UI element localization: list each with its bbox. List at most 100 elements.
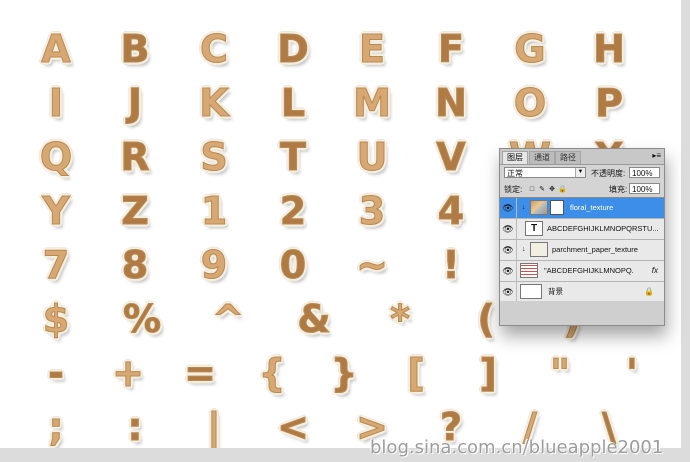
tab-layers[interactable]: 图层	[502, 151, 528, 164]
layer-name[interactable]: "ABCDEFGHIJKLMNOPQ...	[544, 261, 634, 281]
glyph-sticker: R	[120, 135, 150, 180]
glyph-sticker: 1	[200, 189, 228, 234]
eye-icon[interactable]: 👁	[502, 265, 514, 277]
divider	[516, 219, 517, 239]
lock-paint-icon[interactable]: ✎	[538, 186, 546, 194]
clip-arrow-icon: ↓	[522, 246, 526, 253]
opacity-field[interactable]: 100%	[629, 167, 660, 178]
glyph-sticker: 7	[42, 243, 70, 288]
glyph-sticker: I	[48, 81, 64, 126]
panel-tab-bar: 图层 通道 路径 ▸≡	[500, 149, 664, 165]
layer-effects-icon[interactable]: fx	[652, 261, 658, 281]
tab-paths[interactable]: 路径	[555, 151, 581, 164]
glyph-sticker: O	[513, 81, 547, 126]
workspace-frame-right	[681, 0, 690, 462]
opacity-label: 不透明度:	[591, 169, 626, 178]
layer-name[interactable]: ABCDEFGHIJKLMNOPQRSTU...	[547, 219, 659, 239]
glyph-sticker: {	[258, 351, 286, 396]
layer-row-background[interactable]: 👁 背景 🔒	[500, 282, 664, 303]
lock-transparency-icon[interactable]: □	[528, 186, 536, 194]
glyph-sticker: B	[120, 27, 150, 72]
glyph-sticker: L	[280, 81, 306, 126]
glyph-sticker: G	[514, 27, 546, 72]
lock-all-icon[interactable]: 🔒	[558, 186, 567, 194]
glyph-sticker: Z	[121, 189, 150, 234]
glyph-sticker: P	[595, 81, 624, 126]
layer-row-parchment[interactable]: 👁 ↓ parchment_paper_texture	[500, 240, 664, 261]
glyph-sticker: ^	[212, 297, 245, 342]
eye-icon[interactable]: 👁	[502, 223, 514, 235]
chevron-down-icon: ▼	[575, 168, 585, 177]
glyph-sticker: |	[207, 405, 222, 450]
tab-channels[interactable]: 通道	[529, 151, 555, 164]
layer-row-text[interactable]: 👁 T ABCDEFGHIJKLMNOPQRSTU...	[500, 219, 664, 240]
glyph-sticker: '	[626, 351, 639, 396]
layer-thumbnail	[530, 200, 548, 215]
blend-mode-select[interactable]: 正常 ▼	[504, 167, 586, 178]
text-layer-icon: T	[525, 221, 543, 236]
glyph-sticker: C	[200, 27, 229, 72]
glyph-sticker: ~	[356, 243, 389, 288]
panel-menu-icon[interactable]: ▸≡	[652, 151, 661, 160]
fill-field[interactable]: 100%	[629, 183, 660, 194]
glyph-sticker: [	[407, 351, 425, 396]
glyph-sticker: V	[436, 135, 466, 180]
glyph-sticker: T	[280, 135, 307, 180]
eye-icon[interactable]: 👁	[502, 286, 514, 298]
glyph-sticker: 4	[437, 189, 465, 234]
fill-value: 100%	[632, 185, 653, 194]
glyph-sticker: K	[199, 81, 229, 126]
glyph-sticker: +	[112, 351, 145, 396]
layer-name[interactable]: parchment_paper_texture	[552, 240, 638, 260]
layer-thumbnail	[520, 284, 542, 299]
glyph-sticker: N	[435, 81, 468, 126]
glyph-sticker: 3	[358, 189, 386, 234]
lock-icon: 🔒	[644, 287, 654, 296]
layer-row-shape-text[interactable]: 👁 "ABCDEFGHIJKLMNOPQ... fx	[500, 261, 664, 282]
glyph-sticker: A	[41, 27, 71, 72]
glyph-sticker: Y	[42, 189, 71, 234]
glyph-sticker: 9	[200, 243, 228, 288]
panel-footer	[500, 301, 664, 325]
opacity-value: 100%	[632, 169, 653, 178]
layer-name[interactable]: floral_texture	[570, 198, 613, 218]
divider	[516, 282, 517, 302]
layers-panel: 图层 通道 路径 ▸≡ 正常 ▼ 不透明度: 100% 锁定: □ ✎ ✥ 🔒 填充:…	[499, 148, 665, 326]
layer-thumbnail	[530, 242, 548, 257]
blend-mode-value: 正常	[507, 169, 523, 178]
glyph-sticker: :	[127, 405, 143, 450]
layer-row-floral-texture[interactable]: 👁 ↓ floral_texture	[500, 198, 664, 219]
eye-icon[interactable]: 👁	[502, 202, 514, 214]
layer-list: 👁 ↓ floral_texture 👁 T ABCDEFGHIJKLMNOPQ…	[500, 197, 664, 303]
glyph-sticker: &	[297, 297, 331, 342]
glyph-sticker: F	[438, 27, 465, 72]
divider	[516, 261, 517, 281]
glyph-sticker: ]	[479, 351, 497, 396]
glyph-sticker: =	[184, 351, 217, 396]
glyph-sticker: J	[127, 81, 143, 126]
layer-mask-thumbnail	[550, 200, 564, 215]
glyph-sticker: $	[42, 297, 70, 342]
layer-thumbnail	[520, 263, 538, 278]
eye-icon[interactable]: 👁	[502, 244, 514, 256]
glyph-sticker: E	[359, 27, 386, 72]
glyph-sticker: 8	[121, 243, 149, 288]
fill-label: 填充:	[609, 185, 628, 194]
glyph-sticker: 2	[279, 189, 307, 234]
glyph-sticker: 0	[279, 243, 307, 288]
lock-label: 锁定:	[504, 185, 523, 194]
glyph-sticker: Q	[39, 135, 73, 180]
glyph-sticker: M	[353, 81, 392, 126]
divider	[516, 240, 517, 260]
layer-name[interactable]: 背景	[548, 282, 563, 302]
glyph-sticker: ;	[48, 405, 64, 450]
watermark-text: blog.sina.com.cn/blueapple2001	[370, 437, 664, 458]
glyph-sticker: D	[277, 27, 310, 72]
glyph-sticker: "	[550, 351, 571, 396]
lock-position-icon[interactable]: ✥	[548, 186, 556, 194]
glyph-sticker: %	[122, 297, 162, 342]
glyph-sticker: <	[277, 405, 310, 450]
divider	[516, 198, 517, 218]
glyph-sticker: *	[390, 297, 411, 342]
glyph-sticker: }	[330, 351, 358, 396]
